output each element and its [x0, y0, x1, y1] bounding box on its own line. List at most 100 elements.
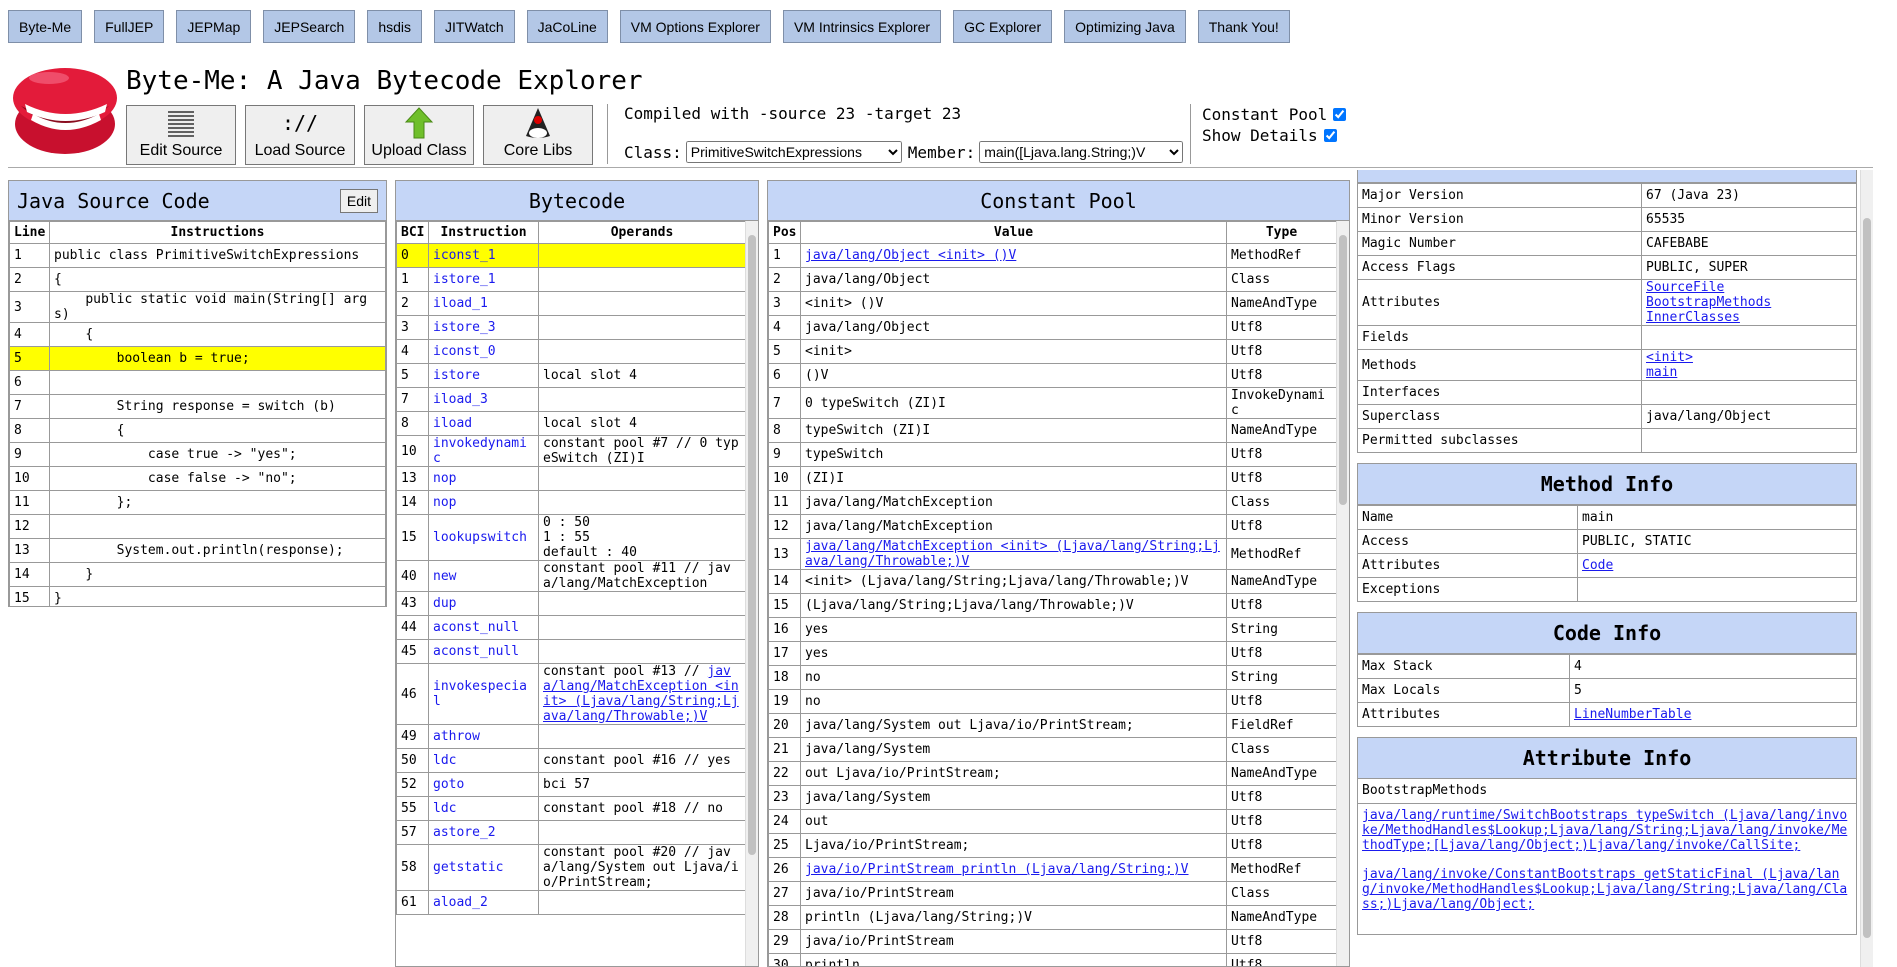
nav-button-vm-intrinsics-explorer[interactable]: VM Intrinsics Explorer	[782, 10, 942, 43]
info-value[interactable]: <init> main	[1641, 349, 1857, 381]
bytecode-row[interactable]: 52 goto bci 57	[396, 772, 746, 797]
nav-button-optimizing-java[interactable]: Optimizing Java	[1064, 10, 1186, 43]
cp-value[interactable]: java/lang/MatchException <init> (Ljava/l…	[800, 538, 1227, 570]
instruction[interactable]: invokedynamic	[428, 435, 539, 467]
bytecode-row[interactable]: 49 athrow	[396, 724, 746, 749]
source-line[interactable]: 11 };	[9, 490, 386, 515]
source-line[interactable]: 12	[9, 514, 386, 539]
nav-button-hsdis[interactable]: hsdis	[367, 10, 423, 43]
bytecode-row[interactable]: 43 dup	[396, 591, 746, 616]
bytecode-row[interactable]: 5 istore local slot 4	[396, 363, 746, 388]
info-value[interactable]: Code	[1577, 553, 1857, 578]
nav-button-fulljep[interactable]: FullJEP	[94, 10, 165, 43]
instruction[interactable]: istore	[428, 363, 539, 388]
nav-button-gc-explorer[interactable]: GC Explorer	[953, 10, 1053, 43]
core-libs-button[interactable]: Core Libs	[483, 105, 593, 165]
bootstrap-method-link[interactable]: java/lang/invoke/ConstantBootstraps getS…	[1362, 867, 1852, 912]
source-line[interactable]: 5 boolean b = true;	[9, 346, 386, 371]
member-select[interactable]: main([Ljava.lang.String;)V	[979, 141, 1184, 163]
constant-pool-checkbox[interactable]	[1333, 108, 1347, 121]
bytecode-row[interactable]: 50 ldc constant pool #16 // yes	[396, 748, 746, 773]
edit-source-button[interactable]: Edit Source	[126, 105, 236, 165]
instruction[interactable]: lookupswitch	[428, 514, 539, 561]
source-line[interactable]: 13 System.out.println(response);	[9, 538, 386, 563]
load-source-button[interactable]: :// Load Source	[245, 105, 355, 165]
instruction[interactable]: istore_1	[428, 267, 539, 292]
bytecode-row[interactable]: 10 invokedynamic constant pool #7 // 0 typ…	[396, 435, 746, 467]
instruction[interactable]: iconst_1	[428, 243, 539, 268]
bytecode-scrollbar[interactable]	[745, 221, 758, 966]
class-select[interactable]: PrimitiveSwitchExpressions	[685, 141, 902, 163]
scrollbar-thumb[interactable]	[748, 235, 756, 855]
bytecode-row[interactable]: 13 nop	[396, 466, 746, 491]
source-line[interactable]: 9 case true -> "yes";	[9, 442, 386, 467]
instruction[interactable]: goto	[428, 772, 539, 797]
instruction[interactable]: dup	[428, 591, 539, 616]
instruction[interactable]: iload_3	[428, 387, 539, 412]
instruction[interactable]: istore_3	[428, 315, 539, 340]
instruction[interactable]: new	[428, 560, 539, 592]
bytecode-row[interactable]: 46 invokespecial constant pool #13 // java…	[396, 663, 746, 725]
source-line[interactable]: 3 public static void main(String[] args)	[9, 291, 386, 323]
source-line[interactable]: 8 {	[9, 418, 386, 443]
scrollbar-thumb[interactable]	[1339, 235, 1347, 505]
bytecode-row[interactable]: 61 aload_2	[396, 890, 746, 915]
instruction[interactable]: iload_1	[428, 291, 539, 316]
bytecode-row[interactable]: 1 istore_1	[396, 267, 746, 292]
instruction[interactable]: iconst_0	[428, 339, 539, 364]
instruction[interactable]: getstatic	[428, 844, 539, 891]
instruction[interactable]: aconst_null	[428, 639, 539, 664]
bytecode-row[interactable]: 55 ldc constant pool #18 // no	[396, 796, 746, 821]
nav-button-byte-me[interactable]: Byte-Me	[8, 10, 83, 43]
source-line[interactable]: 2{	[9, 267, 386, 292]
show-details-checkbox[interactable]	[1323, 129, 1337, 142]
nav-button-jitwatch[interactable]: JITWatch	[434, 10, 515, 43]
bytecode-row[interactable]: 44 aconst_null	[396, 615, 746, 640]
nav-button-jacoline[interactable]: JaCoLine	[526, 10, 608, 43]
source-line[interactable]: 7 String response = switch (b)	[9, 394, 386, 419]
bytecode-row[interactable]: 2 iload_1	[396, 291, 746, 316]
cp-value[interactable]: java/io/PrintStream println (Ljava/lang/…	[800, 857, 1227, 882]
info-value[interactable]: SourceFile BootstrapMethods InnerClasses	[1641, 279, 1857, 326]
bytecode-row[interactable]: 57 astore_2	[396, 820, 746, 845]
instruction[interactable]: aconst_null	[428, 615, 539, 640]
bytecode-row[interactable]: 40 new constant pool #11 // java/lang/Matc…	[396, 560, 746, 592]
bci: 61	[396, 890, 429, 915]
source-line[interactable]: 14 }	[9, 562, 386, 587]
scrollbar-thumb[interactable]	[1863, 218, 1871, 938]
bytecode-row[interactable]: 15 lookupswitch 0 : 50 1 : 55 default : 40	[396, 514, 746, 561]
upload-class-button[interactable]: Upload Class	[364, 105, 474, 165]
info-value[interactable]: LineNumberTable	[1569, 702, 1857, 727]
edit-button[interactable]: Edit	[339, 189, 378, 213]
nav-button-vm-options-explorer[interactable]: VM Options Explorer	[619, 10, 771, 43]
source-line[interactable]: 10 case false -> "no";	[9, 466, 386, 491]
instruction[interactable]: invokespecial	[428, 663, 539, 725]
bytecode-row[interactable]: 4 iconst_0	[396, 339, 746, 364]
nav-button-jepsearch[interactable]: JEPSearch	[263, 10, 356, 43]
instruction[interactable]: nop	[428, 466, 539, 491]
nav-button-thank-you[interactable]: Thank You!	[1197, 10, 1290, 43]
instruction[interactable]: ldc	[428, 796, 539, 821]
bytecode-row[interactable]: 3 istore_3	[396, 315, 746, 340]
bytecode-row[interactable]: 8 iload local slot 4	[396, 411, 746, 436]
instruction[interactable]: astore_2	[428, 820, 539, 845]
source-line[interactable]: 15}	[9, 586, 386, 606]
source-line[interactable]: 4 {	[9, 322, 386, 347]
constant-pool-scrollbar[interactable]	[1336, 221, 1349, 966]
instruction[interactable]: aload_2	[428, 890, 539, 915]
bytecode-row[interactable]: 14 nop	[396, 490, 746, 515]
details-scrollbar[interactable]	[1860, 170, 1873, 967]
instruction[interactable]: nop	[428, 490, 539, 515]
bytecode-row[interactable]: 58 getstatic constant pool #20 // java/lan…	[396, 844, 746, 891]
cp-value[interactable]: java/lang/Object <init> ()V	[800, 243, 1227, 268]
source-line[interactable]: 1 public class PrimitiveSwitchExpressions	[9, 243, 386, 268]
instruction[interactable]: iload	[428, 411, 539, 436]
bootstrap-method-link[interactable]: java/lang/runtime/SwitchBootstraps typeS…	[1362, 808, 1852, 853]
instruction[interactable]: ldc	[428, 748, 539, 773]
bytecode-row[interactable]: 0 iconst_1	[396, 243, 746, 268]
bytecode-row[interactable]: 7 iload_3	[396, 387, 746, 412]
nav-button-jepmap[interactable]: JEPMap	[176, 10, 252, 43]
source-line[interactable]: 6	[9, 370, 386, 395]
bytecode-row[interactable]: 45 aconst_null	[396, 639, 746, 664]
instruction[interactable]: athrow	[428, 724, 539, 749]
